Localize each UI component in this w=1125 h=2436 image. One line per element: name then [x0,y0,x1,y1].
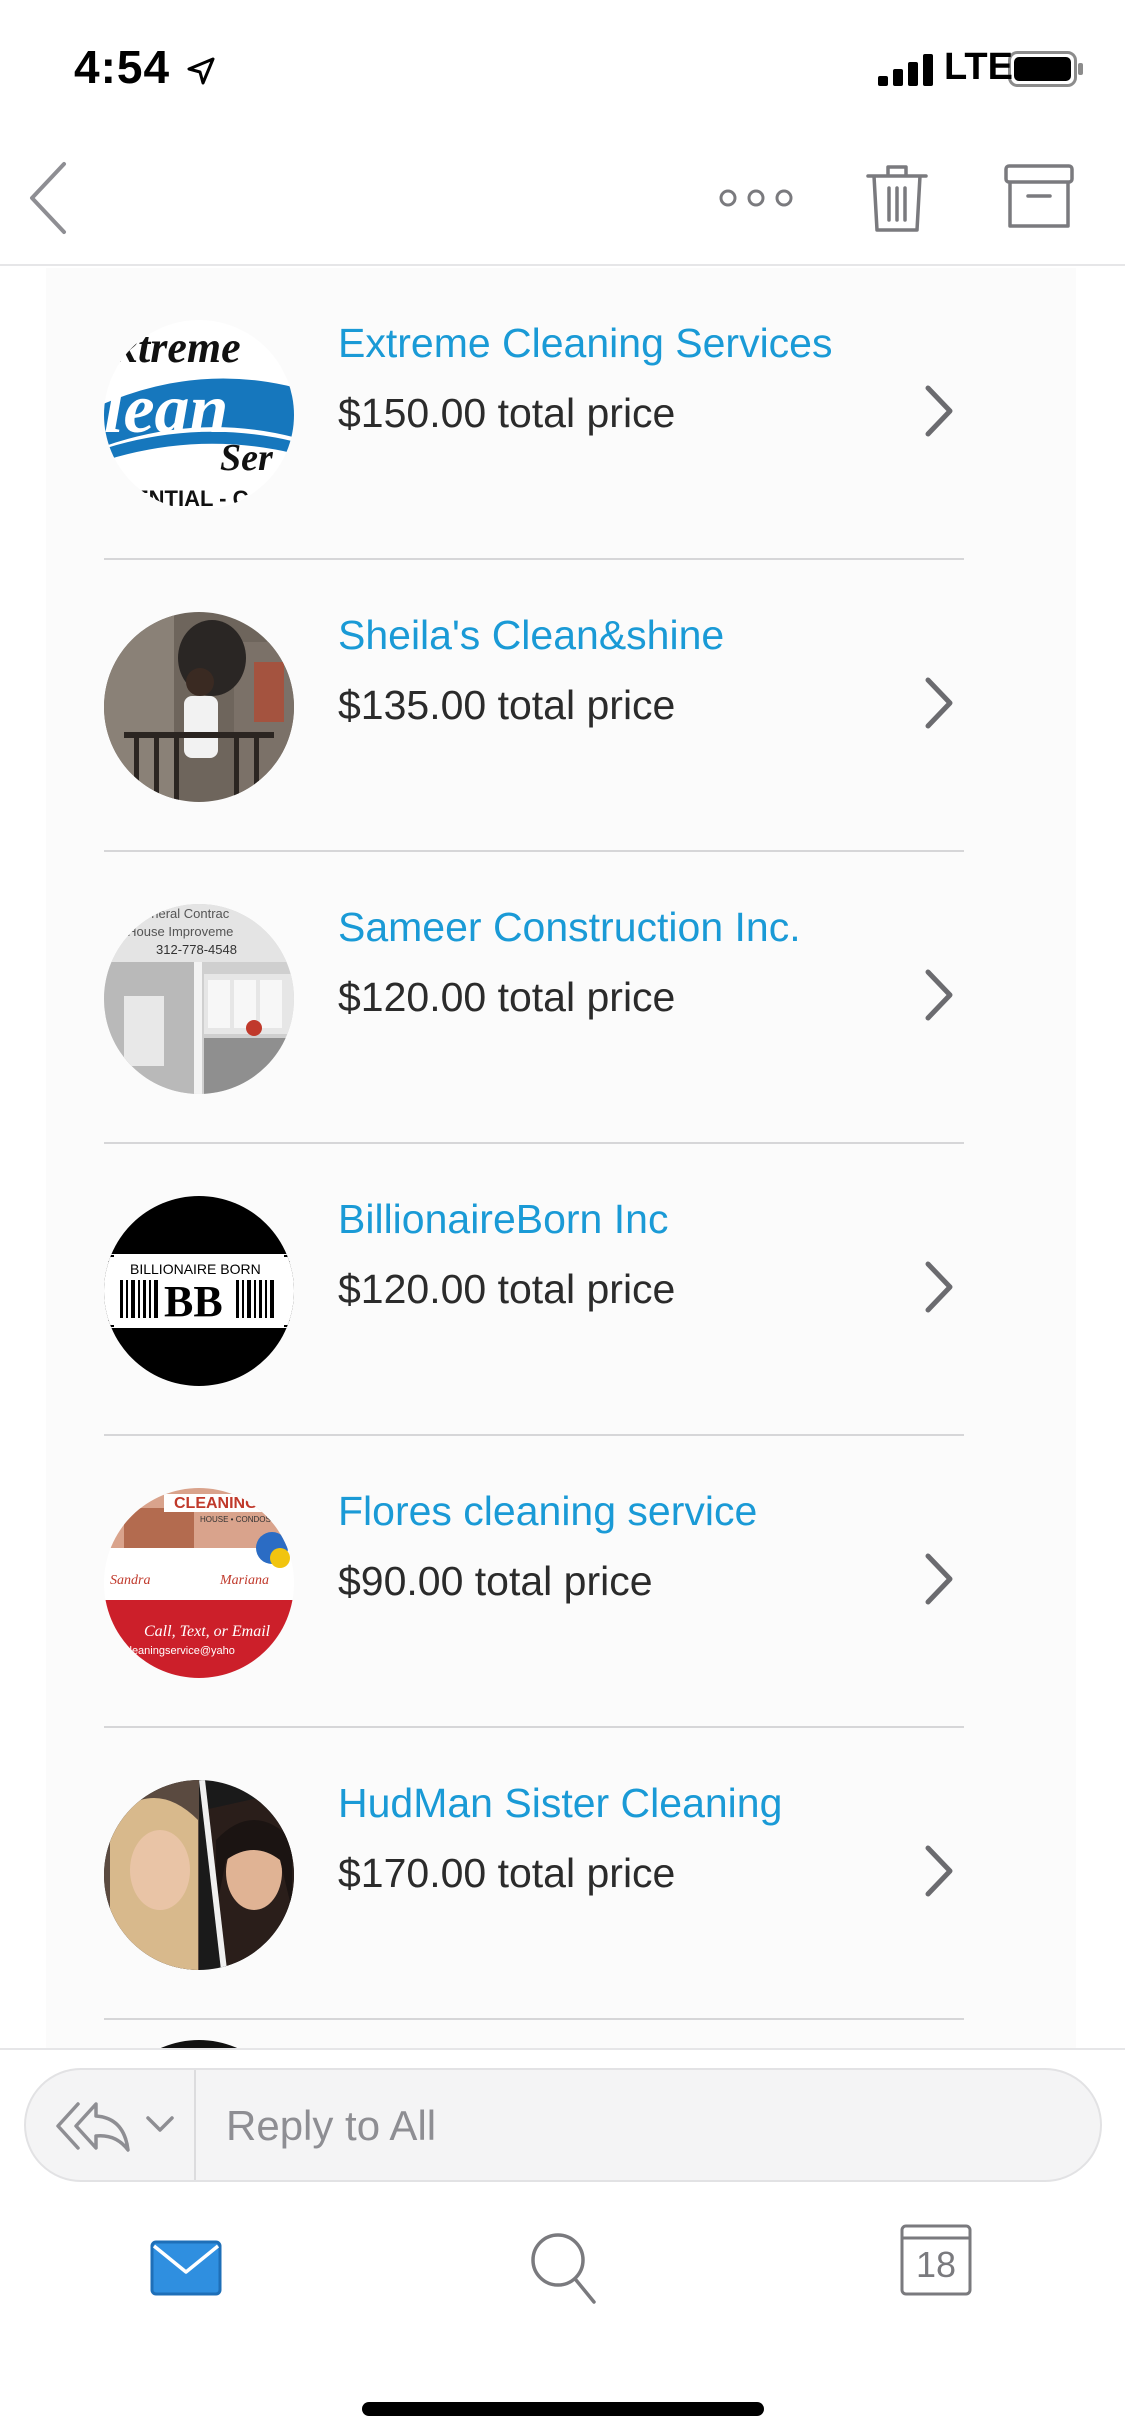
archive-icon[interactable] [1004,164,1074,230]
avatar: eneral Contrac ur House Improveme 312-77… [104,904,294,1094]
avatar: CLEANING S HOUSE • CONDOS Sandra Mariana… [104,1488,294,1678]
list-item[interactable]: BILLIONAIRE BORN BB BillionaireBorn Inc [104,1144,964,1436]
chevron-left-icon[interactable] [24,160,72,236]
svg-text:ur House Improveme: ur House Improveme [112,924,233,939]
svg-text:Mariana: Mariana [219,1573,269,1588]
reply-divider [194,2070,196,2180]
svg-text:lean: lean [104,371,228,448]
provider-price: $135.00 total price [338,682,676,728]
provider-list: xtreme lean Ser ENTIAL - C Extreme Clean… [46,268,1076,2048]
list-item[interactable]: xtreme lean Ser ENTIAL - C Extreme Clean… [104,268,964,560]
provider-price: $150.00 total price [338,390,676,436]
provider-name[interactable]: Sheila's Clean&shine [338,612,724,659]
battery-icon [1008,51,1083,87]
svg-text:Ser: Ser [220,437,274,479]
svg-text:Sandra: Sandra [110,1573,150,1588]
chevron-right-icon[interactable] [922,1550,956,1608]
chevron-right-icon[interactable] [922,1842,956,1900]
list-item[interactable]: Sheila's Clean&shine $135.00 total price [104,560,964,852]
search-icon[interactable] [528,2230,598,2306]
nav-bar [0,140,1125,266]
email-detail-screen: 4:54 LTE xtreme lean Ser ENTIAL - C Extr… [0,0,1125,2436]
provider-name[interactable]: Extreme Cleaning Services [338,320,832,367]
provider-name[interactable]: BillionaireBorn Inc [338,1196,668,1243]
provider-name[interactable]: HudMan Sister Cleaning [338,1780,782,1827]
list-item[interactable]: eneral Contrac ur House Improveme 312-77… [104,852,964,1144]
svg-text:Call, Text, or Email: Call, Text, or Email [144,1623,271,1640]
avatar: xtreme lean Ser ENTIAL - C [104,320,294,510]
calendar-day: 18 [915,2244,957,2285]
svg-text:cleaningservice@yaho: cleaningservice@yaho [124,1645,235,1657]
svg-text:ENTIAL - C: ENTIAL - C [134,486,249,510]
chevron-right-icon[interactable] [922,1258,956,1316]
reply-bar [24,2068,1102,2182]
chevron-right-icon[interactable] [922,674,956,732]
reply-all-icon[interactable] [52,2096,132,2156]
more-dots-icon[interactable] [716,184,796,212]
provider-price: $170.00 total price [338,1850,676,1896]
list-item[interactable]: HudMan Sister Cleaning $170.00 total pri… [104,1728,964,2020]
signal-bars-icon [878,54,933,86]
status-bar: 4:54 LTE [0,0,1125,140]
avatar: BILLIONAIRE BORN BB [104,1196,294,1386]
svg-text:BB: BB [164,1277,223,1326]
avatar-partial [104,2040,294,2048]
provider-price: $120.00 total price [338,1266,676,1312]
status-time: 4:54 [74,41,171,93]
svg-text:BILLIONAIRE BORN: BILLIONAIRE BORN [130,1261,261,1277]
avatar [104,612,294,802]
location-arrow-icon [187,57,215,85]
chevron-right-icon[interactable] [922,966,956,1024]
svg-text:xtreme: xtreme [115,323,241,372]
chevron-right-icon[interactable] [922,382,956,440]
svg-text:HOUSE • CONDOS: HOUSE • CONDOS [200,1515,271,1524]
trash-icon[interactable] [866,162,928,234]
list-item[interactable]: CLEANING S HOUSE • CONDOS Sandra Mariana… [104,1436,964,1728]
chevron-down-icon[interactable] [144,2112,176,2136]
provider-name[interactable]: Sameer Construction Inc. [338,904,801,951]
bottom-bar: 18 [0,2048,1125,2436]
provider-name[interactable]: Flores cleaning service [338,1488,757,1535]
provider-price: $120.00 total price [338,974,676,1020]
home-indicator [362,2402,764,2416]
provider-price: $90.00 total price [338,1558,653,1604]
avatar [104,1780,294,1970]
reply-input[interactable] [226,2098,1026,2154]
svg-text:CLEANING S: CLEANING S [174,1495,273,1512]
svg-text:312-778-4548: 312-778-4548 [156,942,237,957]
carrier-label: LTE [944,46,1013,88]
svg-text:eneral Contrac: eneral Contrac [144,906,230,921]
mail-icon[interactable] [150,2240,222,2296]
